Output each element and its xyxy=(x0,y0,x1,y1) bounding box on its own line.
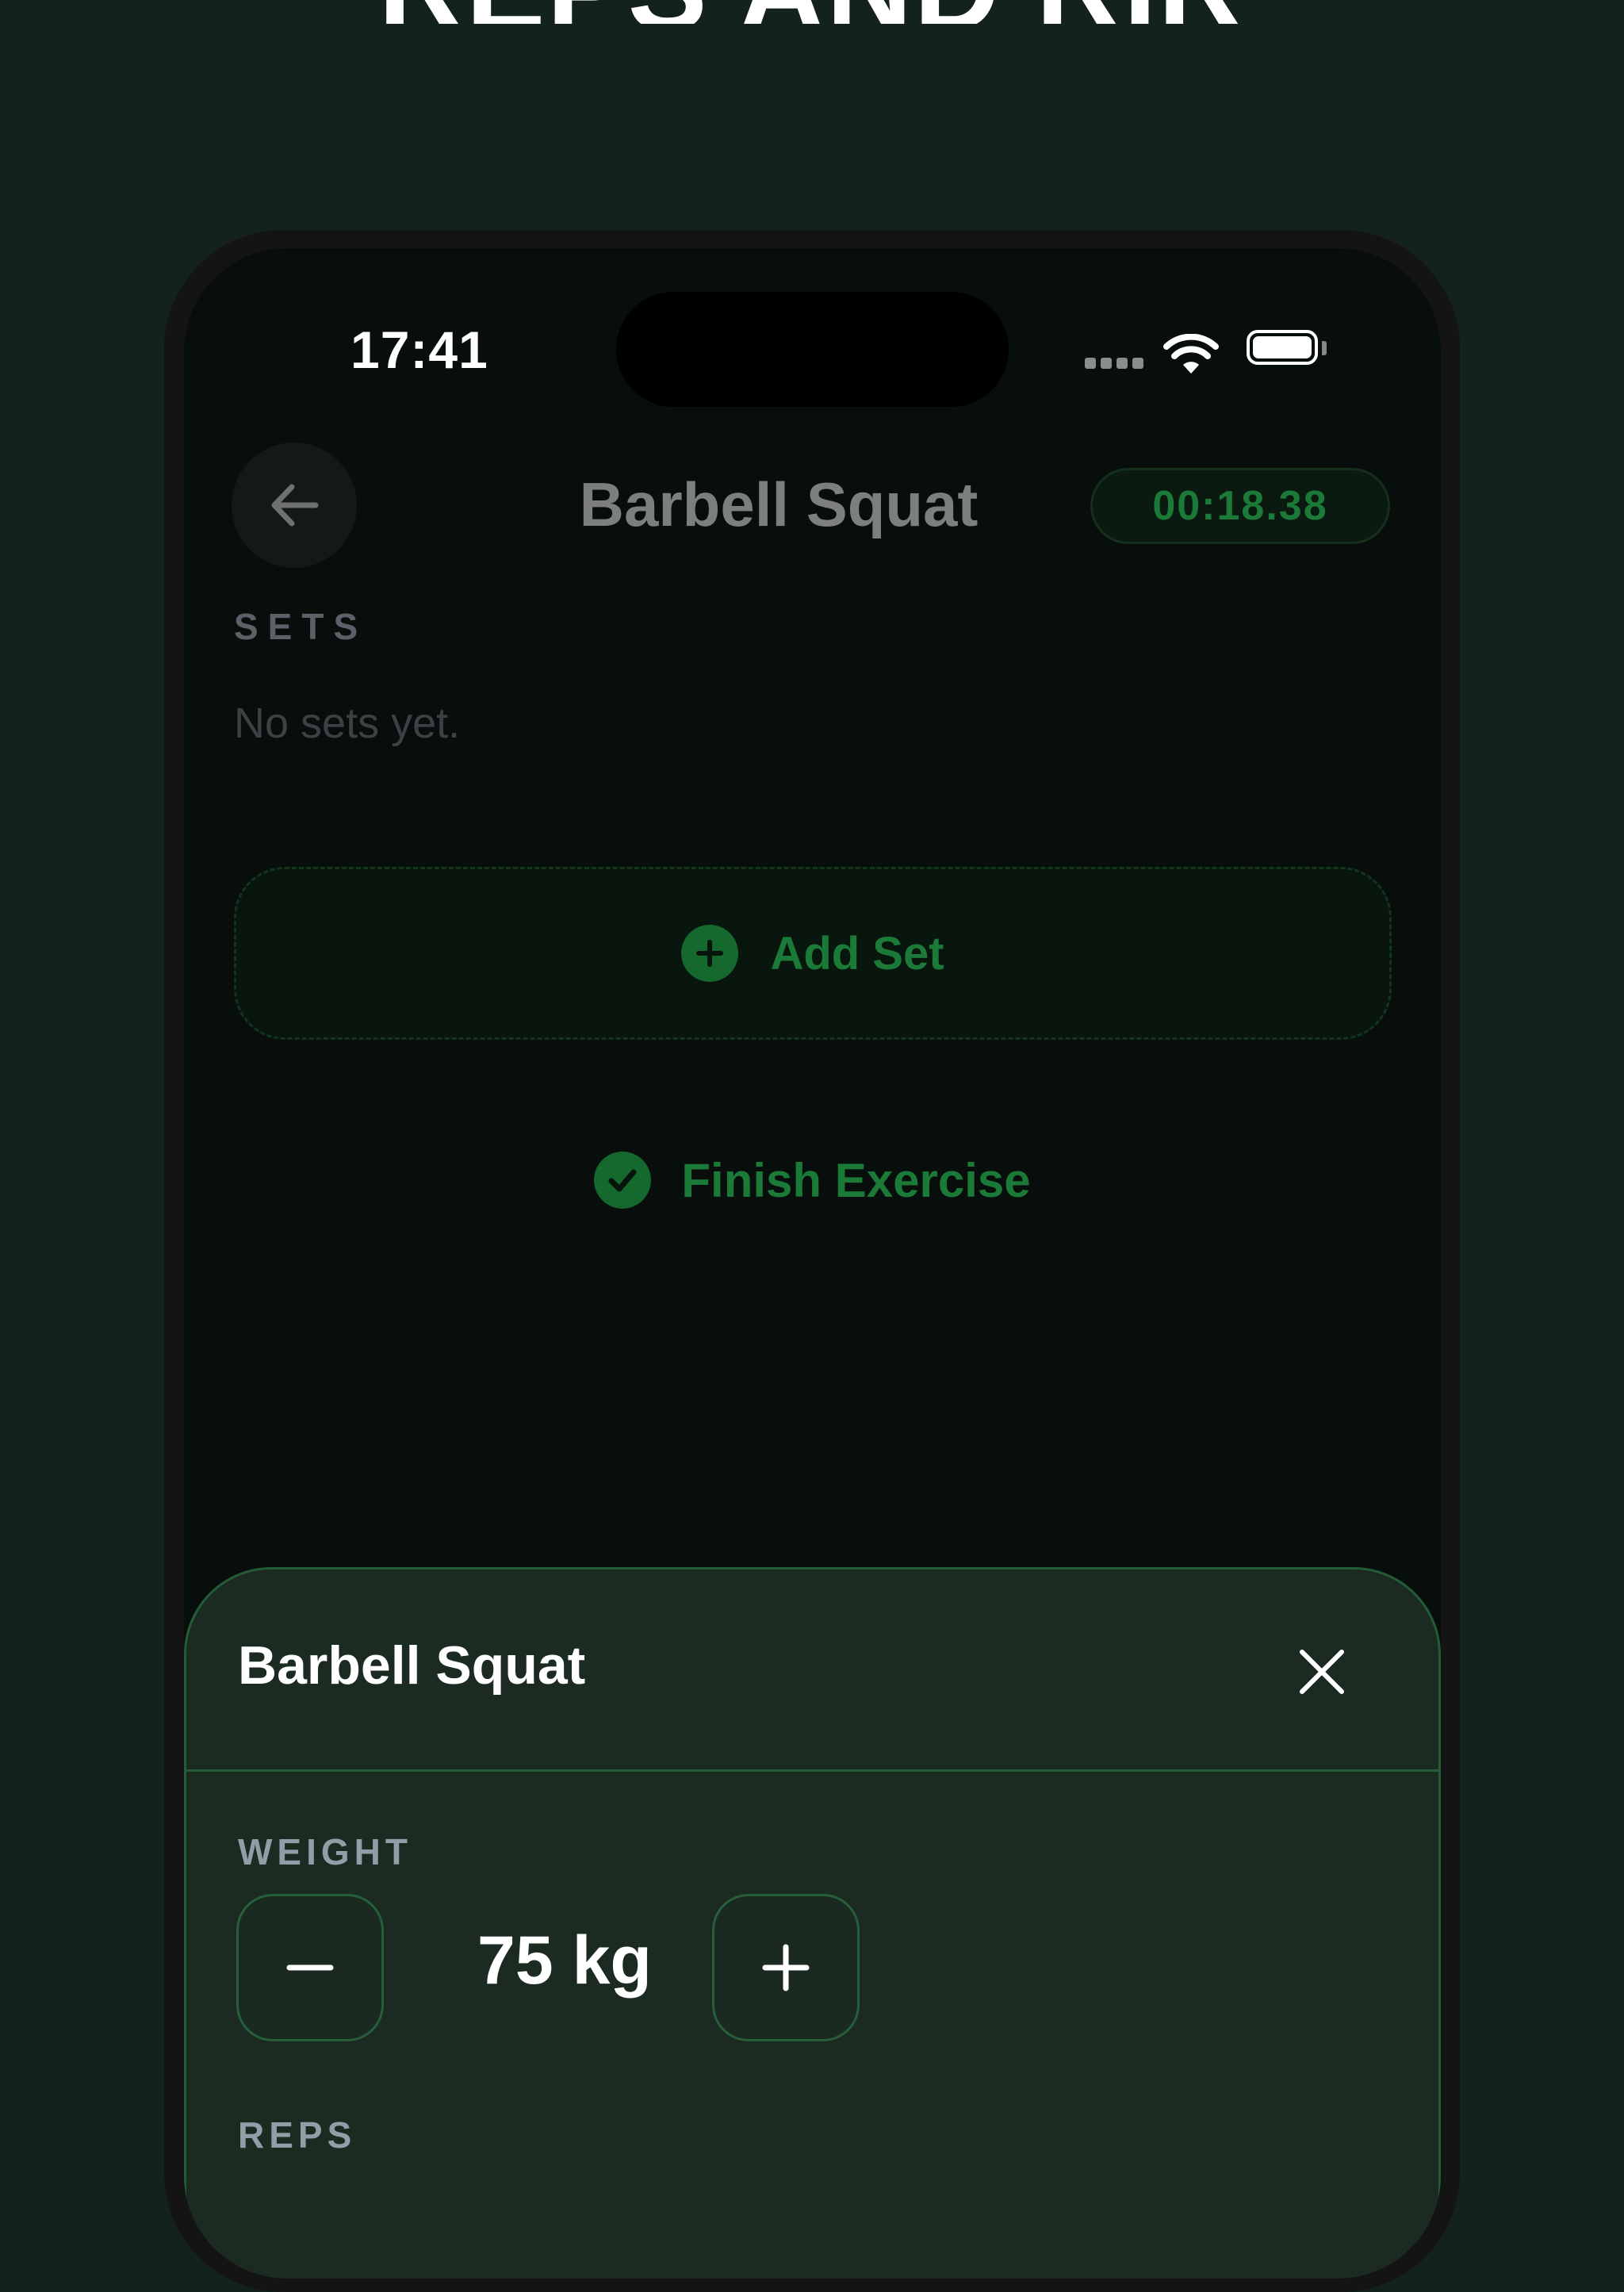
weight-value: 75 kg xyxy=(477,1922,652,1999)
sets-section-label: SETS xyxy=(234,606,368,647)
reps-label: REPS xyxy=(238,2114,357,2156)
weight-increment-button[interactable] xyxy=(712,1894,860,2041)
app-screen: 17:41 Barbell Squat 00:18.38 SETS No set… xyxy=(184,248,1441,2279)
status-time: 17:41 xyxy=(350,320,488,379)
page-title: Barbell Squat xyxy=(579,470,979,539)
add-set-button[interactable]: Add Set xyxy=(234,867,1392,1040)
battery-icon xyxy=(1247,330,1318,365)
elapsed-timer: 00:18.38 xyxy=(1090,468,1390,544)
wifi-icon xyxy=(1163,334,1219,374)
close-icon[interactable] xyxy=(1294,1644,1350,1700)
weight-label: WEIGHT xyxy=(238,1831,412,1872)
plus-circle-icon xyxy=(681,925,739,982)
minus-icon xyxy=(286,1964,334,1971)
add-set-label: Add Set xyxy=(770,927,944,979)
back-button[interactable] xyxy=(232,443,357,568)
cellular-signal-icon xyxy=(1085,358,1147,370)
promo-headline: REPS AND RIR xyxy=(0,0,1624,24)
check-circle-icon xyxy=(594,1152,652,1209)
battery-tip xyxy=(1322,341,1327,355)
arrow-left-icon xyxy=(271,484,319,527)
weight-decrement-button[interactable] xyxy=(236,1894,384,2041)
finish-exercise-label: Finish Exercise xyxy=(681,1153,1031,1207)
sheet-title: Barbell Squat xyxy=(238,1635,586,1696)
dynamic-island xyxy=(616,292,1009,407)
sheet-divider xyxy=(184,1769,1441,1772)
finish-exercise-button[interactable]: Finish Exercise xyxy=(184,1133,1441,1228)
empty-sets-text: No sets yet. xyxy=(234,699,461,747)
plus-icon xyxy=(762,1944,810,1991)
